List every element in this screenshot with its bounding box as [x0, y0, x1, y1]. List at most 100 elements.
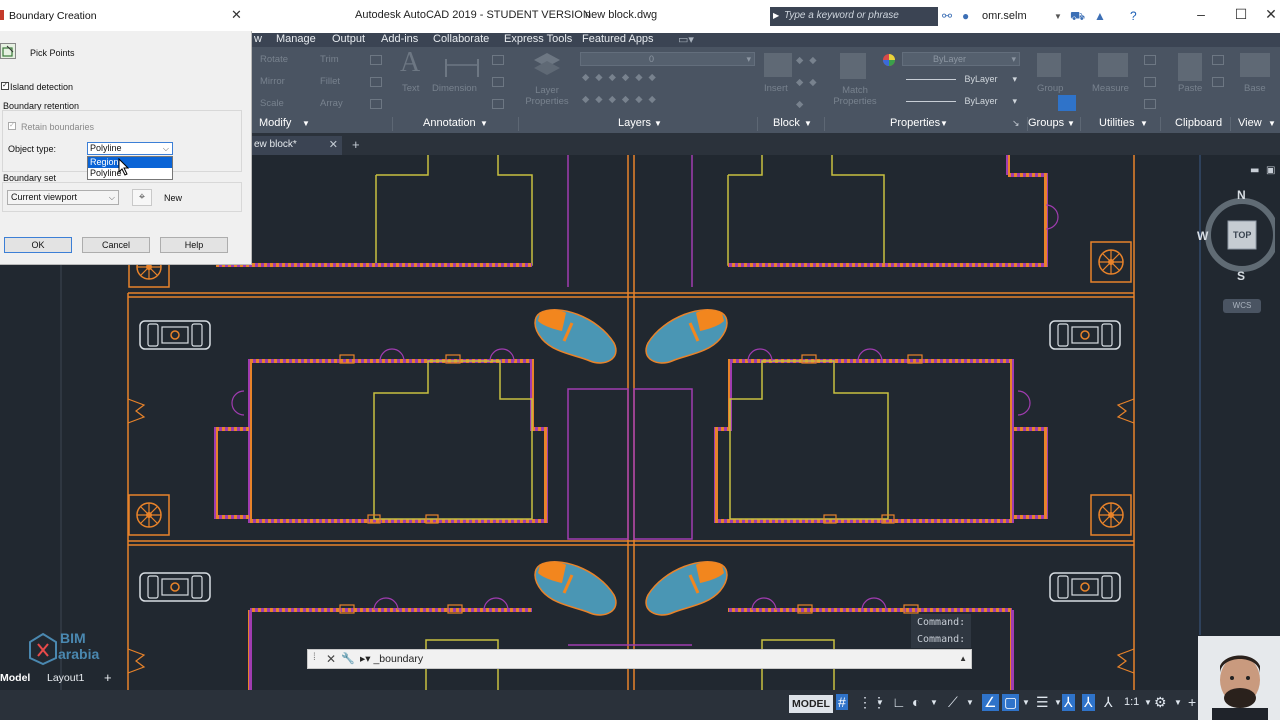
dialog-close-icon[interactable]: ✕	[231, 7, 242, 23]
dimension-tool-label[interactable]: Dimension	[432, 83, 477, 94]
cart-icon[interactable]: ⛟	[1070, 9, 1085, 25]
layer-properties-label[interactable]: Layer Properties	[524, 85, 570, 107]
annotation-autoscale-icon[interactable]: ⅄	[1082, 694, 1095, 711]
tab-model[interactable]: Model	[0, 672, 30, 684]
panel-block[interactable]: Block	[773, 117, 800, 129]
linetype-dropdown[interactable]: ByLayer ▾	[902, 95, 1020, 109]
new-tab-button[interactable]: +	[352, 137, 360, 152]
scale-tool[interactable]: Scale	[260, 98, 284, 109]
measure-label[interactable]: Measure	[1092, 83, 1129, 94]
layer-tools-row-icon[interactable]: ◆◆◆◆◆◆	[582, 72, 662, 83]
dimension-tool-icon[interactable]	[442, 53, 482, 81]
user-icon[interactable]: ●	[962, 9, 969, 23]
clipboard-extra-icon[interactable]	[1212, 55, 1224, 65]
user-chevron-icon[interactable]: ▼	[1054, 12, 1062, 21]
help-icon[interactable]: ?	[1130, 9, 1137, 23]
clipboard-extra-icon[interactable]	[1212, 77, 1224, 87]
panel-layers[interactable]: Layers	[618, 117, 651, 129]
object-snap-icon[interactable]: ▢	[1002, 694, 1020, 711]
utilities-extra-icon[interactable]	[1144, 99, 1156, 109]
insert-block-icon[interactable]	[764, 53, 792, 77]
command-history-toggle-icon[interactable]: ▲	[959, 654, 967, 663]
ortho-icon[interactable]: ∟	[892, 694, 906, 710]
properties-launcher-icon[interactable]: ↘	[1012, 118, 1020, 129]
wcs-menu[interactable]: WCS	[1223, 299, 1261, 313]
trim-tool[interactable]: Trim	[320, 54, 339, 65]
workspace-gear-icon[interactable]: ⚙	[1154, 694, 1167, 711]
minimize-button[interactable]: –	[1186, 6, 1216, 22]
tab-manage[interactable]: Manage	[276, 33, 316, 45]
block-tools-icon[interactable]: ◆	[796, 99, 809, 110]
pick-points-icon[interactable]	[0, 43, 16, 59]
help-button[interactable]: Help	[160, 237, 228, 253]
viewcube-face-top[interactable]: TOP	[1233, 230, 1251, 240]
tab-layout1[interactable]: Layout1	[47, 672, 84, 684]
tab-collaborate[interactable]: Collaborate	[433, 33, 489, 45]
panel-clipboard[interactable]: Clipboard	[1175, 117, 1222, 129]
measure-icon[interactable]	[1098, 53, 1128, 77]
group-icon[interactable]	[1037, 53, 1061, 77]
panel-view-chevron-icon[interactable]: ▼	[1268, 119, 1276, 128]
match-properties-label[interactable]: Match Properties	[832, 85, 878, 107]
panel-groups[interactable]: Groups	[1028, 117, 1064, 129]
modify-extra-icon[interactable]	[370, 77, 382, 87]
base-label[interactable]: Base	[1244, 83, 1266, 94]
new-boundary-set-button[interactable]: ⌖	[132, 189, 152, 206]
object-type-select[interactable]: Polyline ⌵	[87, 142, 173, 155]
text-tool-label[interactable]: Text	[402, 83, 419, 94]
group-label[interactable]: Group	[1037, 83, 1063, 94]
panel-block-chevron-icon[interactable]: ▼	[804, 119, 812, 128]
grid-icon[interactable]: #	[836, 694, 848, 710]
pick-points-label[interactable]: Pick Points	[30, 48, 75, 58]
model-space-button[interactable]: MODEL	[789, 695, 833, 713]
fillet-tool[interactable]: Fillet	[320, 76, 340, 87]
compass-north[interactable]: N	[1237, 188, 1246, 202]
color-wheel-icon[interactable]	[882, 53, 896, 67]
insert-label[interactable]: Insert	[764, 83, 788, 94]
grip-icon[interactable]: ⁞	[313, 652, 316, 663]
panel-modify[interactable]: Modify	[259, 117, 291, 129]
lineweight-chevron-icon[interactable]: ▼	[1054, 698, 1062, 707]
text-tool-icon[interactable]: A	[400, 47, 420, 79]
lineweight-icon[interactable]: ☰	[1036, 694, 1049, 711]
array-tool[interactable]: Array	[320, 98, 343, 109]
polar-chevron-icon[interactable]: ▼	[930, 698, 938, 707]
layer-tools-row-icon[interactable]: ◆◆◆◆◆◆	[582, 94, 662, 105]
polar-icon[interactable]: ◐	[912, 694, 920, 710]
cancel-button[interactable]: Cancel	[82, 237, 150, 253]
option-region[interactable]: Region	[88, 157, 172, 168]
snap-chevron-icon[interactable]: ▼	[876, 698, 884, 707]
boundary-set-select[interactable]: Current viewport ⌵	[7, 190, 119, 205]
viewcube[interactable]: N S W TOP WCS	[1195, 183, 1279, 313]
lineweight-dropdown[interactable]: ByLayer ▾	[902, 73, 1020, 87]
wrench-icon[interactable]: 🔧	[341, 652, 355, 665]
tab-output[interactable]: Output	[332, 33, 365, 45]
panel-properties[interactable]: Properties	[890, 117, 940, 129]
command-prompt[interactable]: ▸▾ _boundary	[360, 653, 423, 665]
close-window-button[interactable]: ✕	[1256, 6, 1280, 23]
annotation-scale-value[interactable]: 1:1	[1124, 696, 1139, 708]
panel-annotation[interactable]: Annotation	[423, 117, 476, 129]
tab-add-ins[interactable]: Add-ins	[381, 33, 418, 45]
search-expand-icon[interactable]: ▶	[773, 11, 779, 20]
paste-icon[interactable]	[1178, 53, 1202, 81]
rotate-tool[interactable]: Rotate	[260, 54, 288, 65]
island-detection-label[interactable]: Island detection	[10, 82, 73, 92]
close-command-icon[interactable]: ✕	[326, 652, 336, 666]
maximize-button[interactable]: ☐	[1226, 6, 1256, 23]
option-polyline[interactable]: Polyline	[88, 168, 172, 179]
match-properties-icon[interactable]	[840, 53, 866, 79]
workspace-chevron-icon[interactable]: ▼	[1174, 698, 1182, 707]
base-view-icon[interactable]	[1240, 53, 1270, 77]
compass-south[interactable]: S	[1237, 269, 1245, 283]
panel-utilities-chevron-icon[interactable]: ▼	[1140, 119, 1148, 128]
annotation-extra-icon[interactable]	[492, 77, 504, 87]
panel-utilities[interactable]: Utilities	[1099, 117, 1134, 129]
autodesk-a360-icon[interactable]: ▲	[1094, 9, 1106, 23]
panel-annotation-chevron-icon[interactable]: ▼	[480, 119, 488, 128]
panel-groups-chevron-icon[interactable]: ▼	[1067, 119, 1075, 128]
modify-extra-icon[interactable]	[370, 99, 382, 109]
compass-west[interactable]: W	[1197, 229, 1208, 243]
island-detection-checkbox[interactable]: ✓	[1, 82, 9, 90]
panel-view[interactable]: View	[1238, 117, 1262, 129]
